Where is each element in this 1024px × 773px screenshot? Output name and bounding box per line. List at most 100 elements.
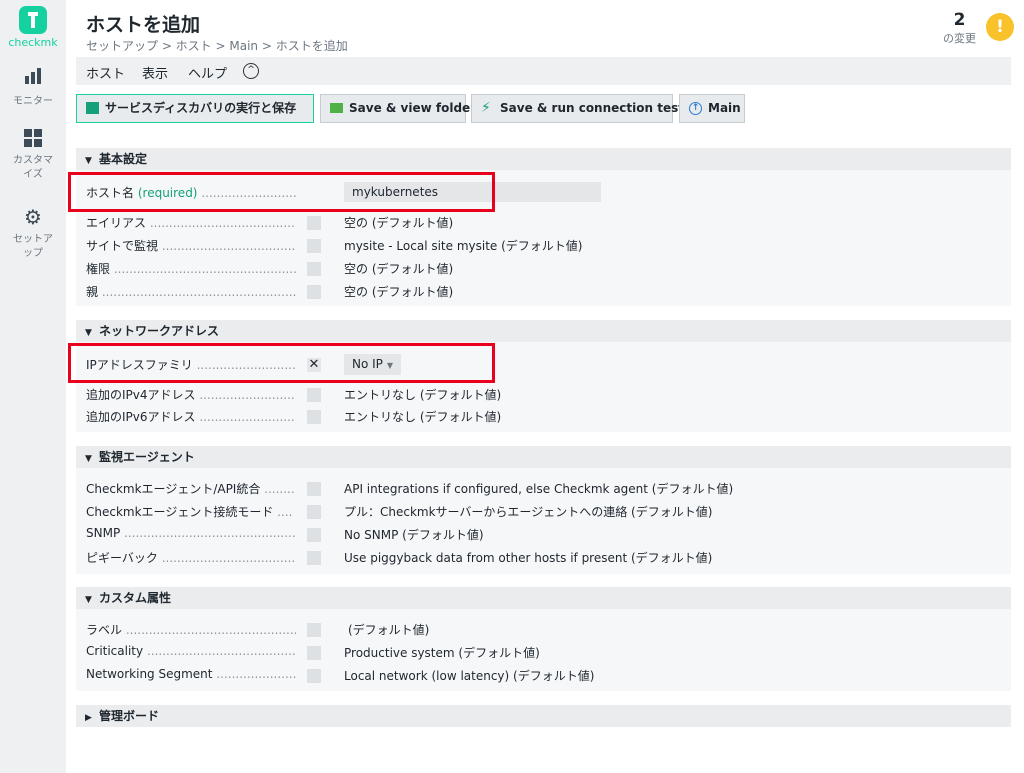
row-label-text: 追加のIPv4アドレス bbox=[86, 388, 196, 402]
monitored-site-checkbox[interactable] bbox=[307, 239, 321, 253]
row-label-text: 追加のIPv6アドレス bbox=[86, 410, 196, 424]
row-label: 追加のIPv4アドレス ............................… bbox=[86, 388, 296, 402]
menu-bar: ホスト 表示 ヘルプ ^ bbox=[76, 57, 1011, 85]
menu-help[interactable]: ヘルプ bbox=[188, 63, 227, 82]
permissions-checkbox[interactable] bbox=[307, 262, 321, 276]
row-value: No SNMP (デフォルト値) bbox=[344, 528, 484, 542]
sidebar-item-label: カスタマイズ bbox=[13, 155, 53, 180]
section-title: 監視エージェント bbox=[99, 450, 195, 464]
save-view-folder-button[interactable]: Save & view folder bbox=[320, 94, 476, 123]
gear-icon: ⚙ bbox=[24, 205, 42, 229]
alias-checkbox[interactable] bbox=[307, 216, 321, 230]
row-label: Checkmkエージェント接続モード .... bbox=[86, 505, 293, 519]
labels-checkbox[interactable] bbox=[307, 623, 321, 637]
section-header-custom[interactable]: ▼ カスタム属性 bbox=[76, 587, 1011, 609]
row-value: Local network (low latency) (デフォルト値) bbox=[344, 669, 595, 683]
changes-count: 2 bbox=[953, 10, 966, 30]
highlight-box-hostname bbox=[68, 172, 495, 212]
section-title: ネットワークアドレス bbox=[99, 324, 220, 338]
save-view-folder-label: Save & view folder bbox=[349, 101, 477, 115]
row-label-text: Criticality bbox=[86, 644, 144, 658]
row-label-text: サイトで監視 bbox=[86, 239, 159, 253]
row-value: 空の (デフォルト値) bbox=[344, 262, 454, 276]
agent-api-checkbox[interactable] bbox=[307, 482, 321, 496]
ipv4-checkbox[interactable] bbox=[307, 388, 321, 402]
discovery-save-button[interactable]: サービスディスカバリの実行と保存 bbox=[76, 94, 314, 123]
row-label: エイリアス ..................................… bbox=[86, 216, 296, 230]
checkmk-logo[interactable]: checkmk bbox=[0, 6, 66, 49]
row-label: ピギーバック .................................… bbox=[86, 551, 296, 565]
sidebar-item-monitor[interactable]: モニター bbox=[0, 66, 66, 107]
alias-row: エイリアス ..................................… bbox=[86, 212, 986, 232]
up-arrow-icon: ↑ bbox=[689, 102, 702, 115]
cube-icon bbox=[86, 102, 99, 114]
piggyback-row: ピギーバック .................................… bbox=[86, 547, 986, 567]
row-value: (デフォルト値) bbox=[348, 623, 430, 637]
ipv6-checkbox[interactable] bbox=[307, 410, 321, 424]
monitored-site-row: サイトで監視 .................................… bbox=[86, 235, 986, 255]
main-content: ホストを追加 セットアップ > ホスト > Main > ホストを追加 2 の変… bbox=[66, 0, 1024, 773]
criticality-row: Criticality ............................… bbox=[86, 642, 986, 662]
menu-host[interactable]: ホスト bbox=[86, 63, 125, 82]
parents-row: 親 ......................................… bbox=[86, 281, 986, 301]
piggyback-checkbox[interactable] bbox=[307, 551, 321, 565]
warning-icon[interactable]: ! bbox=[986, 13, 1014, 41]
section-management: ▶ 管理ボード bbox=[76, 705, 1011, 727]
networking-segment-checkbox[interactable] bbox=[307, 669, 321, 683]
section-title: 基本設定 bbox=[99, 152, 148, 166]
agent-connection-checkbox[interactable] bbox=[307, 505, 321, 519]
row-label: Networking Segment .....................… bbox=[86, 667, 296, 681]
breadcrumb[interactable]: セットアップ > ホスト > Main > ホストを追加 bbox=[86, 37, 348, 54]
folder-icon bbox=[330, 103, 343, 113]
main-folder-button[interactable]: ↑ Main bbox=[679, 94, 745, 123]
logo-text: checkmk bbox=[8, 36, 58, 49]
row-label: Checkmkエージェント/API統合 ......... bbox=[86, 482, 296, 496]
changes-indicator[interactable]: 2 の変更 bbox=[943, 10, 976, 46]
sidebar-item-label: モニター bbox=[13, 96, 53, 107]
changes-label: の変更 bbox=[943, 32, 976, 45]
discovery-save-label: サービスディスカバリの実行と保存 bbox=[105, 101, 297, 115]
agent-api-row: Checkmkエージェント/API統合 ......... API integr… bbox=[86, 478, 986, 498]
row-label-text: 親 bbox=[86, 285, 99, 299]
bar-chart-icon bbox=[23, 66, 43, 86]
collapse-triangle-icon: ▼ bbox=[85, 328, 92, 338]
row-value: 空の (デフォルト値) bbox=[344, 285, 454, 299]
sidebar-item-customize[interactable]: カスタマイズ bbox=[0, 128, 66, 182]
row-value: エントリなし (デフォルト値) bbox=[344, 388, 502, 402]
row-label: 親 ......................................… bbox=[86, 285, 296, 299]
collapse-triangle-icon: ▼ bbox=[85, 156, 92, 166]
snmp-row: SNMP ...................................… bbox=[86, 524, 986, 544]
sidebar-item-setup[interactable]: ⚙ セットアップ bbox=[0, 207, 66, 261]
section-header-basic[interactable]: ▼ 基本設定 bbox=[76, 148, 1011, 170]
save-run-tests-button[interactable]: ⚡ Save & run connection tests bbox=[471, 94, 691, 123]
row-value: Productive system (デフォルト値) bbox=[344, 646, 540, 660]
collapse-menu-icon[interactable]: ^ bbox=[243, 63, 259, 79]
section-title: 管理ボード bbox=[99, 709, 160, 723]
row-label: 権限 .....................................… bbox=[86, 262, 296, 276]
row-value: エントリなし (デフォルト値) bbox=[344, 410, 502, 424]
section-custom: ▼ カスタム属性 ラベル ............................… bbox=[76, 587, 1011, 691]
row-value: API integrations if configured, else Che… bbox=[344, 482, 734, 496]
criticality-checkbox[interactable] bbox=[307, 646, 321, 660]
section-header-agent[interactable]: ▼ 監視エージェント bbox=[76, 446, 1011, 468]
lightning-icon: ⚡ bbox=[481, 100, 491, 116]
save-run-tests-label: Save & run connection tests bbox=[500, 101, 692, 115]
grid-icon bbox=[23, 128, 43, 148]
snmp-checkbox[interactable] bbox=[307, 528, 321, 542]
section-agent: ▼ 監視エージェント Checkmkエージェント/API統合 ......... … bbox=[76, 446, 1011, 574]
highlight-box-ip-family bbox=[68, 343, 495, 383]
section-header-network[interactable]: ▼ ネットワークアドレス bbox=[76, 320, 1011, 342]
row-label: 追加のIPv6アドレス ............................… bbox=[86, 410, 296, 424]
row-label-text: ラベル bbox=[86, 623, 123, 637]
expand-triangle-icon: ▶ bbox=[85, 713, 92, 723]
parents-checkbox[interactable] bbox=[307, 285, 321, 299]
menu-display[interactable]: 表示 bbox=[142, 63, 168, 82]
section-header-management[interactable]: ▶ 管理ボード bbox=[76, 705, 1011, 727]
row-label-text: エイリアス bbox=[86, 216, 147, 230]
row-value: プル：Checkmkサーバーからエージェントへの連絡 (デフォルト値) bbox=[344, 505, 713, 519]
page-title: ホストを追加 bbox=[86, 14, 201, 36]
row-label-text: Checkmkエージェント/API統合 bbox=[86, 482, 261, 496]
row-label-text: ピギーバック bbox=[86, 551, 158, 565]
sidebar: checkmk モニター カスタマイズ ⚙ セットアップ bbox=[0, 0, 66, 773]
row-label: Criticality ............................… bbox=[86, 644, 296, 658]
